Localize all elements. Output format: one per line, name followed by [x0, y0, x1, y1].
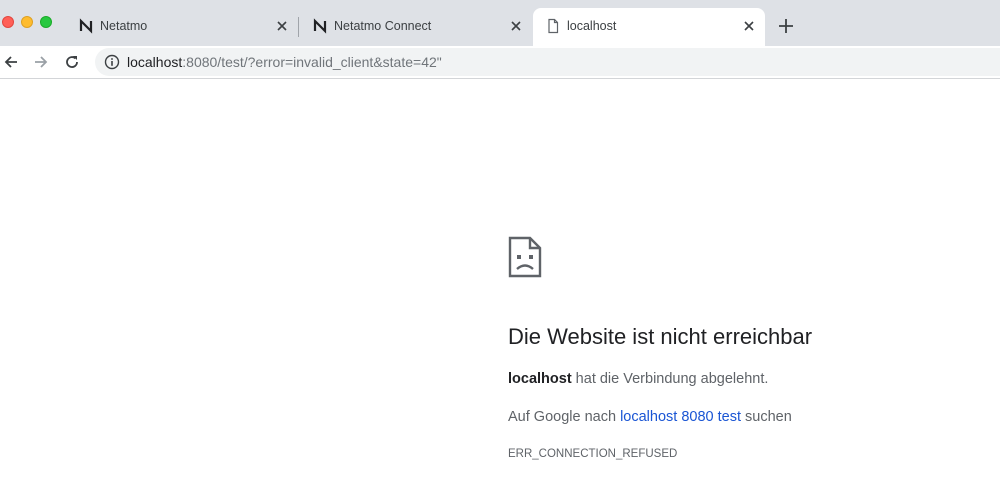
tab-localhost[interactable]: localhost — [533, 8, 765, 46]
arrow-left-icon — [4, 56, 17, 68]
close-icon — [277, 21, 287, 31]
info-icon[interactable] — [104, 54, 120, 70]
google-search-link[interactable]: localhost 8080 test — [620, 409, 741, 425]
minimize-window-button[interactable] — [21, 16, 33, 28]
error-message-text: hat die Verbindung abgelehnt. — [571, 371, 769, 387]
search-suggestion: Auf Google nach localhost 8080 test such… — [508, 409, 792, 425]
forward-button[interactable] — [30, 51, 52, 73]
error-title: Die Website ist nicht erreichbar — [508, 324, 813, 349]
tab-netatmo-connect[interactable]: Netatmo Connect — [300, 8, 532, 46]
tab-netatmo[interactable]: Netatmo — [66, 8, 298, 46]
error-host: localhost — [508, 371, 572, 387]
sad-page-icon — [508, 236, 542, 278]
back-button[interactable] — [0, 51, 22, 73]
page-content: Die Website ist nicht erreichbar localho… — [0, 79, 1000, 486]
close-icon — [744, 21, 754, 31]
reload-icon — [66, 56, 78, 68]
url-host: localhost — [127, 54, 183, 70]
search-suffix: suchen — [740, 409, 792, 425]
address-bar[interactable]: localhost:8080/test/?error=invalid_clien… — [95, 48, 1000, 76]
tab-title: Netatmo Connect — [334, 19, 432, 33]
netatmo-n-icon — [79, 18, 93, 34]
url-text[interactable]: localhost:8080/test/?error=invalid_clien… — [127, 54, 442, 70]
netatmo-n-icon — [313, 18, 327, 34]
page-icon — [548, 18, 559, 34]
search-prefix: Auf Google nach — [508, 409, 621, 425]
tab-separator — [298, 17, 299, 37]
tab-title: localhost — [567, 19, 617, 33]
toolbar: localhost:8080/test/?error=invalid_clien… — [0, 46, 1000, 78]
maximize-window-button[interactable] — [40, 16, 52, 28]
close-window-button[interactable] — [2, 16, 14, 28]
close-icon — [511, 21, 521, 31]
arrow-right-icon — [35, 56, 48, 68]
new-tab-button[interactable] — [776, 16, 796, 36]
error-code: ERR_CONNECTION_REFUSED — [508, 448, 678, 460]
tab-title: Netatmo — [100, 19, 148, 33]
tab-close-button[interactable] — [739, 16, 759, 36]
tab-close-button[interactable] — [506, 16, 526, 36]
tab-strip: Netatmo Netatmo Connect localhost — [0, 0, 1000, 46]
tab-close-button[interactable] — [272, 16, 292, 36]
error-message: localhost hat die Verbindung abgelehnt. — [508, 371, 768, 387]
browser-chrome: Netatmo Netatmo Connect localhost localh… — [0, 0, 1000, 79]
url-path: :8080/test/?error=invalid_client&state=4… — [182, 54, 442, 70]
reload-button[interactable] — [61, 51, 83, 73]
